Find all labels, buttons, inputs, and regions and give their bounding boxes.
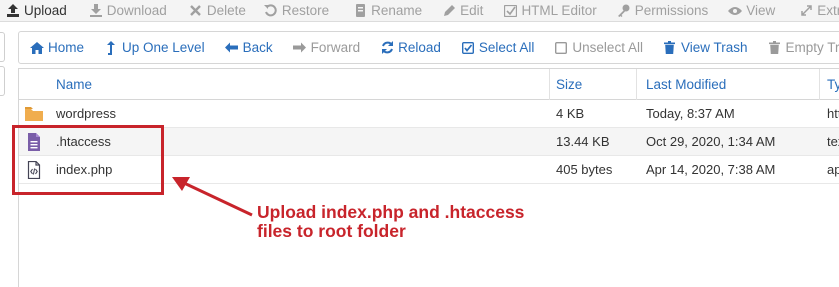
permissions-label: Permissions <box>634 3 709 18</box>
annotation-line-1: Upload index.php and .htaccess <box>257 202 525 222</box>
extract-label: Extra <box>817 3 839 18</box>
upload-button[interactable]: Upload <box>0 0 73 22</box>
view-trash-label: View Trash <box>680 40 748 55</box>
restore-button[interactable]: Restore <box>258 0 335 22</box>
file-name[interactable]: wordpress <box>56 100 116 128</box>
permissions-icon <box>617 4 631 18</box>
file-size: 405 bytes <box>556 162 613 177</box>
column-divider[interactable] <box>549 69 550 100</box>
forward-button[interactable]: Forward <box>286 31 368 64</box>
up-one-level-button[interactable]: Up One Level <box>97 31 212 64</box>
checkbox-checked-icon <box>461 41 475 55</box>
up-one-level-label: Up One Level <box>122 40 205 55</box>
rename-label: Rename <box>371 3 423 18</box>
column-header-size[interactable]: Size <box>556 69 582 100</box>
empty-trash-button[interactable]: Empty Trash <box>761 31 839 64</box>
annotation-note: Upload index.php and .htaccess files to … <box>257 203 577 241</box>
empty-trash-label: Empty Trash <box>785 40 839 55</box>
trash-icon <box>663 41 677 55</box>
file-last-modified: Today, 8:37 AM <box>646 106 735 121</box>
column-divider[interactable] <box>819 69 820 100</box>
edit-button[interactable]: Edit <box>436 0 489 22</box>
checkbox-empty-icon <box>554 41 568 55</box>
file-last-modified: Apr 14, 2020, 7:38 AM <box>646 162 776 177</box>
upload-label: Upload <box>24 3 67 18</box>
file-manager-toolbar: Upload Download Delete Restore Rename Ed… <box>0 0 839 22</box>
html-editor-label: HTML Editor <box>521 3 597 18</box>
annotation-line-2: files to root folder <box>257 221 406 241</box>
extract-button[interactable]: Extra <box>793 0 839 22</box>
restore-label: Restore <box>281 3 330 18</box>
trash-icon <box>768 41 782 55</box>
home-label: Home <box>48 40 85 55</box>
arrow-left-icon <box>225 41 239 55</box>
unselect-all-label: Unselect All <box>572 40 643 55</box>
annotation-highlight-box <box>12 125 164 195</box>
edit-icon <box>442 4 456 18</box>
view-icon <box>728 4 743 18</box>
reload-button[interactable]: Reload <box>373 31 448 64</box>
back-button[interactable]: Back <box>218 31 280 64</box>
html-editor-icon <box>503 4 517 18</box>
column-header-type[interactable]: Ty <box>827 69 839 100</box>
view-button[interactable]: View <box>722 0 781 22</box>
download-button[interactable]: Download <box>83 0 173 22</box>
table-row[interactable]: wordpress 4 KB Today, 8:37 AM htt <box>19 100 839 128</box>
edit-label: Edit <box>460 3 484 18</box>
table-header: Name Size Last Modified Ty <box>19 69 839 100</box>
select-all-button[interactable]: Select All <box>454 31 542 64</box>
download-label: Download <box>106 3 167 18</box>
html-editor-button[interactable]: HTML Editor <box>497 0 602 22</box>
level-up-icon <box>104 40 118 55</box>
delete-label: Delete <box>206 3 246 18</box>
column-header-last-modified[interactable]: Last Modified <box>646 69 726 100</box>
arrow-right-icon <box>293 41 307 55</box>
file-type: ap <box>827 162 839 177</box>
navigation-bar: Home Up One Level Back Forward Reload Se… <box>18 31 839 64</box>
view-label: View <box>746 3 776 18</box>
permissions-button[interactable]: Permissions <box>611 0 715 22</box>
file-type: tex <box>827 134 839 149</box>
annotation-arrow-icon <box>172 177 253 217</box>
delete-icon <box>189 4 203 18</box>
upload-icon <box>6 4 20 18</box>
column-divider[interactable] <box>636 69 637 100</box>
file-size: 4 KB <box>556 106 585 121</box>
column-header-name[interactable]: Name <box>56 69 92 100</box>
rename-icon <box>353 4 367 18</box>
download-icon <box>89 4 103 18</box>
file-type: htt <box>827 106 839 121</box>
extract-icon <box>799 4 813 18</box>
delete-button[interactable]: Delete <box>183 0 252 22</box>
sidebar-collapsed-panel[interactable] <box>0 66 5 96</box>
folder-icon <box>24 105 44 123</box>
reload-icon <box>380 41 394 55</box>
file-size: 13.44 KB <box>556 134 610 149</box>
rename-button[interactable]: Rename <box>347 0 428 22</box>
forward-label: Forward <box>310 40 361 55</box>
unselect-all-button[interactable]: Unselect All <box>547 31 650 64</box>
home-icon <box>30 41 44 55</box>
reload-label: Reload <box>398 40 441 55</box>
home-button[interactable]: Home <box>23 31 91 64</box>
restore-icon <box>264 4 278 18</box>
back-label: Back <box>242 40 273 55</box>
sidebar-collapsed-panel[interactable] <box>0 32 5 62</box>
select-all-label: Select All <box>478 40 535 55</box>
file-last-modified: Oct 29, 2020, 1:34 AM <box>646 134 776 149</box>
view-trash-button[interactable]: View Trash <box>656 31 755 64</box>
